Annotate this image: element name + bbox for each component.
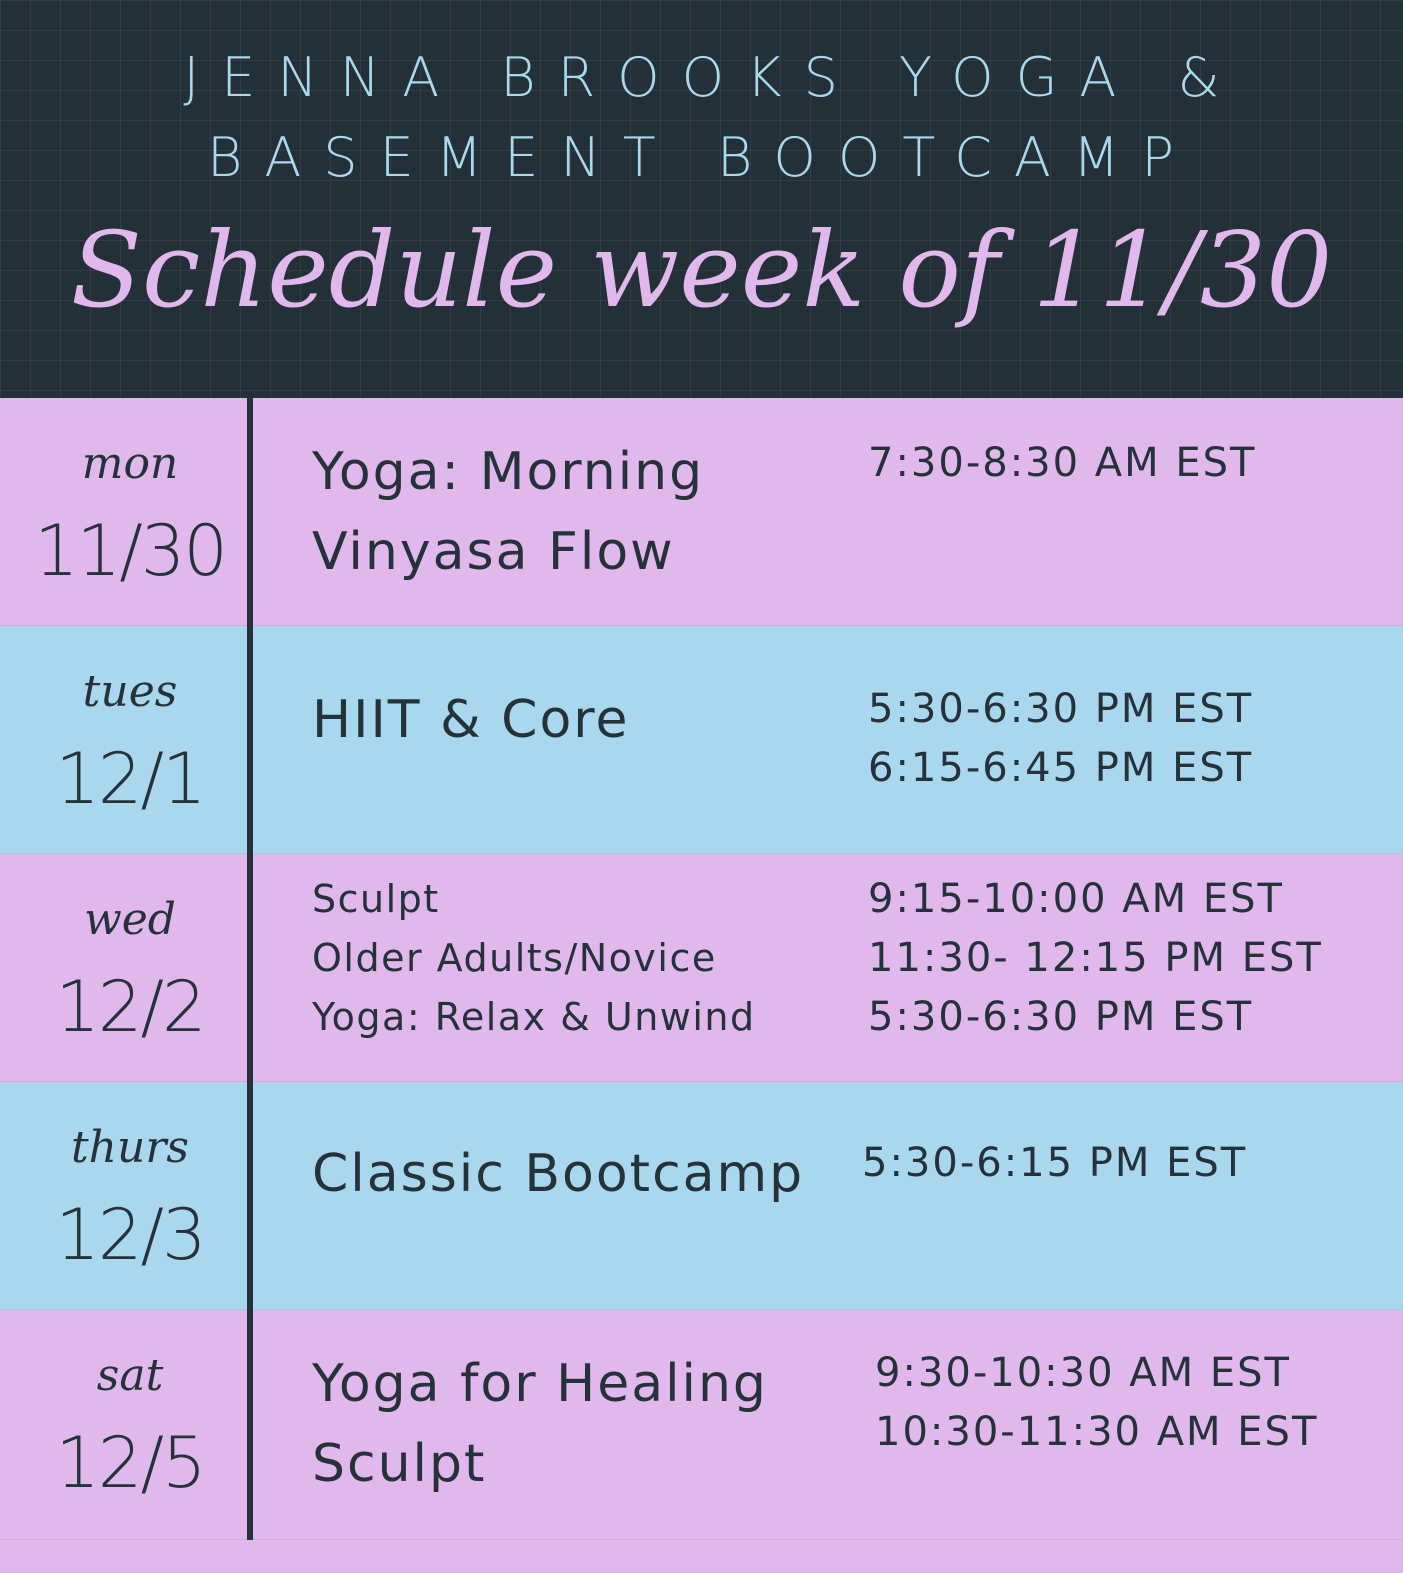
- day-date: 12/1: [55, 738, 206, 820]
- day-date: 12/2: [55, 966, 206, 1048]
- class-time: 5:30-6:30 PM EST: [868, 686, 1254, 732]
- class-time: 5:30-6:15 PM EST: [862, 1140, 1248, 1186]
- header: JENNA BROOKS YOGA & BASEMENT BOOTCAMP Sc…: [0, 0, 1403, 398]
- class-name: Classic Bootcamp: [312, 1144, 805, 1204]
- day-cell: thurs 12/3: [0, 1082, 247, 1309]
- day-cell: sat 12/5: [0, 1310, 247, 1539]
- schedule-row-wed: wed 12/2 Sculpt Older Adults/Novice Yoga…: [0, 854, 1403, 1082]
- schedule-row-thurs: thurs 12/3 Classic Bootcamp 5:30-6:15 PM…: [0, 1082, 1403, 1310]
- class-list: Yoga for Healing Sculpt: [312, 1310, 852, 1573]
- column-divider: [247, 398, 253, 1540]
- class-time: 10:30-11:30 AM EST: [875, 1409, 1319, 1455]
- class-name: Sculpt: [312, 1434, 487, 1494]
- class-time: 7:30-8:30 AM EST: [868, 440, 1257, 486]
- time-list: 7:30-8:30 AM EST: [868, 398, 1388, 661]
- class-time: 9:30-10:30 AM EST: [875, 1350, 1291, 1396]
- class-name: Sculpt: [312, 877, 440, 921]
- day-name: mon: [81, 438, 179, 489]
- day-name: wed: [84, 894, 176, 945]
- class-name: Yoga: Morning: [312, 442, 705, 502]
- class-time: 5:30-6:30 PM EST: [868, 994, 1254, 1040]
- class-name: Older Adults/Novice: [312, 936, 717, 980]
- day-name: thurs: [71, 1122, 189, 1173]
- class-name: Yoga: Relax & Unwind: [312, 995, 756, 1039]
- class-time: 11:30- 12:15 PM EST: [868, 935, 1323, 981]
- class-name: HIIT & Core: [312, 690, 630, 750]
- class-list: Sculpt Older Adults/Novice Yoga: Relax &…: [312, 854, 852, 1097]
- schedule-row-sat: sat 12/5 Yoga for Healing Sculpt 9:30-10…: [0, 1310, 1403, 1540]
- schedule-title: Schedule week of 11/30: [70, 209, 1333, 331]
- studio-name: JENNA BROOKS YOGA & BASEMENT BOOTCAMP: [183, 46, 1242, 189]
- schedule-row-mon: mon 11/30 Yoga: Morning Vinyasa Flow 7:3…: [0, 398, 1403, 626]
- day-name: tues: [82, 666, 178, 717]
- class-time: 9:15-10:00 AM EST: [868, 876, 1284, 922]
- day-cell: mon 11/30: [0, 398, 247, 625]
- day-cell: tues 12/1: [0, 626, 247, 853]
- schedule-row-tues: tues 12/1 HIIT & Core 5:30-6:30 PM EST 6…: [0, 626, 1403, 854]
- class-list: Yoga: Morning Vinyasa Flow: [312, 398, 852, 659]
- class-name: Vinyasa Flow: [312, 522, 675, 582]
- time-list: 9:30-10:30 AM EST 10:30-11:30 AM EST: [875, 1310, 1395, 1573]
- day-date: 12/5: [55, 1422, 206, 1504]
- day-date: 12/3: [55, 1194, 206, 1276]
- class-time: 6:15-6:45 PM EST: [868, 745, 1254, 791]
- day-name: sat: [96, 1350, 164, 1401]
- schedule-table: mon 11/30 Yoga: Morning Vinyasa Flow 7:3…: [0, 398, 1403, 1540]
- day-cell: wed 12/2: [0, 854, 247, 1081]
- time-list: 9:15-10:00 AM EST 11:30- 12:15 PM EST 5:…: [868, 854, 1388, 1097]
- day-date: 11/30: [34, 510, 228, 592]
- class-name: Yoga for Healing: [312, 1354, 768, 1414]
